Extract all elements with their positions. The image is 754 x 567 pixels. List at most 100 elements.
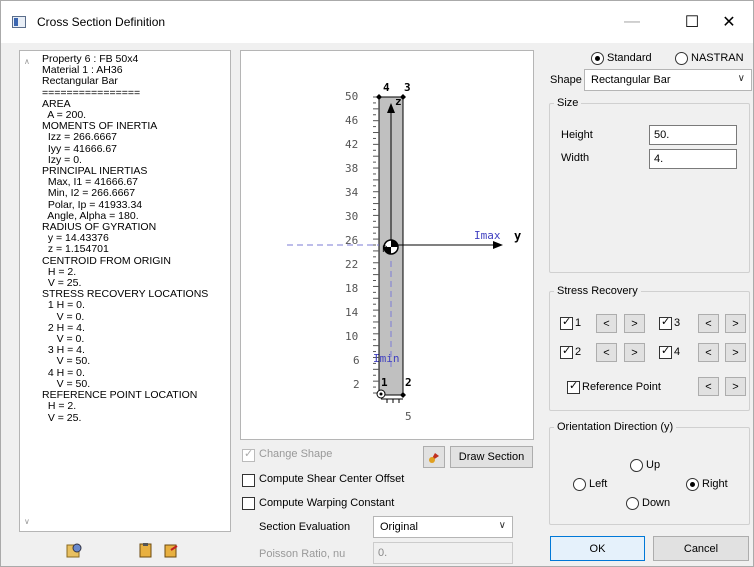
orientation-group: [549, 427, 750, 525]
properties-tool-icon[interactable]: [64, 540, 84, 560]
imin-label: Imin: [373, 352, 400, 365]
list-scrollbar[interactable]: ∧ ∨: [20, 51, 36, 531]
stress-point-2-label: 2: [575, 346, 582, 358]
tick-label: 6: [353, 354, 360, 367]
title-bar: Cross Section Definition — ☐ ✕: [1, 1, 753, 43]
section-evaluation-value: Original: [380, 521, 418, 533]
size-group-title: Size: [554, 97, 582, 109]
compute-shear-checkbox[interactable]: [242, 474, 255, 487]
stress-point-2-next-button[interactable]: >: [624, 343, 645, 362]
stress-point-1-label: 1: [575, 317, 582, 329]
stress-point-4-prev-button[interactable]: <: [698, 343, 719, 362]
cancel-button[interactable]: Cancel: [653, 536, 749, 561]
section-evaluation-select[interactable]: Original ∨: [373, 516, 513, 538]
stress-point-4-label: 4: [674, 346, 681, 358]
dialog-window: Cross Section Definition — ☐ ✕ ∧ ∨ Prope…: [0, 0, 754, 567]
tick-label: 50: [345, 90, 359, 103]
orient-left-label: Left: [589, 478, 608, 490]
tick-label: 18: [345, 282, 359, 295]
property-line: Min, I2 = 266.6667: [42, 187, 136, 200]
stress-point-3-prev-button[interactable]: <: [698, 314, 719, 333]
stress-point-2-prev-button[interactable]: <: [596, 343, 617, 362]
orient-down-radio[interactable]: [626, 497, 639, 510]
stress-point-1-checkbox[interactable]: [560, 315, 573, 330]
poisson-ratio-label: Poisson Ratio, nu: [259, 548, 346, 560]
reference-point-next-button[interactable]: >: [725, 377, 746, 396]
bottom-tick-label: 5: [405, 410, 412, 423]
draw-section-icon-button[interactable]: [423, 446, 445, 468]
stress-point-1-next-button[interactable]: >: [624, 314, 645, 333]
stress-point-4-next-button[interactable]: >: [725, 343, 746, 362]
tick-label: 30: [345, 210, 359, 223]
window-title: Cross Section Definition: [37, 15, 166, 29]
tick-label: 34: [345, 186, 359, 199]
reference-point-checkbox[interactable]: [567, 379, 580, 394]
tick-label: 42: [345, 138, 359, 151]
width-label: Width: [561, 152, 590, 164]
shape-label: Shape: [550, 74, 582, 86]
tick-label: 10: [345, 330, 359, 343]
chevron-down-icon: ∨: [737, 73, 745, 84]
reference-point-label: Reference Point: [582, 381, 661, 393]
section-plot: 4 3 z Imax y P Imin 1 2 5 50 46 42 38 34 30 26…: [240, 50, 534, 440]
orient-up-radio[interactable]: [630, 459, 643, 472]
reference-point-prev-button[interactable]: <: [698, 377, 719, 396]
scroll-down-icon[interactable]: ∨: [24, 517, 30, 526]
property-line: Izz = 266.6667: [42, 131, 118, 144]
tick-label: 22: [345, 258, 359, 271]
properties-list[interactable]: ∧ ∨ Property 6 : FB 50x4 Material 1 : AH3…: [19, 50, 231, 532]
stress-point-3-next-button[interactable]: >: [725, 314, 746, 333]
corner-label-4: 4: [383, 81, 390, 94]
property-line: V = 25.: [42, 411, 82, 424]
orientation-title: Orientation Direction (y): [554, 421, 677, 433]
height-label: Height: [561, 129, 593, 141]
imax-arrowhead: [493, 241, 503, 249]
tick-label: 2: [353, 378, 360, 391]
height-field[interactable]: 50.: [649, 125, 737, 145]
close-icon[interactable]: ✕: [706, 7, 752, 37]
properties-text: Property 6 : FB 50x4 Material 1 : AH36 Rec…: [42, 53, 208, 424]
clipboard-copy-icon[interactable]: [136, 540, 156, 560]
property-line: V = 50.: [42, 355, 91, 368]
section-evaluation-label: Section Evaluation: [259, 521, 351, 533]
height-value: 50.: [654, 129, 670, 141]
poisson-ratio-field[interactable]: 0.: [373, 542, 513, 564]
ok-button[interactable]: OK: [550, 536, 645, 561]
imax-label: Imax: [474, 229, 501, 242]
stress-point-1-prev-button[interactable]: <: [596, 314, 617, 333]
property-line: z = 1.154701: [42, 243, 109, 256]
orient-left-radio[interactable]: [573, 478, 586, 491]
tick-label: 38: [345, 162, 359, 175]
width-value: 4.: [654, 153, 664, 165]
stress-recovery-title: Stress Recovery: [554, 285, 641, 297]
orient-down-label: Down: [642, 497, 671, 509]
p-label: P: [382, 245, 388, 255]
compute-shear-label: Compute Shear Center Offset: [259, 473, 405, 485]
corner-label-2: 2: [405, 376, 412, 389]
width-field[interactable]: 4.: [649, 149, 737, 169]
tick-label: 14: [345, 306, 359, 319]
orient-right-label: Right: [702, 478, 728, 490]
nastran-radio[interactable]: [675, 52, 688, 65]
paint-brush-icon: [429, 453, 439, 463]
stress-point-3-checkbox[interactable]: [659, 315, 672, 330]
clipboard-export-icon[interactable]: [161, 540, 181, 560]
change-shape-checkbox[interactable]: [242, 447, 255, 462]
minimize-icon[interactable]: —: [609, 7, 655, 37]
tick-label: 26: [345, 234, 359, 247]
orient-right-radio[interactable]: [686, 478, 699, 491]
corner-label-3: 3: [404, 81, 411, 94]
poisson-ratio-value: 0.: [378, 547, 388, 559]
tick-label: 46: [345, 114, 359, 127]
shape-select[interactable]: Rectangular Bar ∨: [584, 69, 752, 91]
chevron-down-icon: ∨: [498, 520, 506, 531]
draw-section-button[interactable]: Draw Section: [450, 446, 533, 468]
nastran-label: NASTRAN: [691, 52, 744, 64]
shape-value: Rectangular Bar: [591, 74, 671, 86]
standard-radio[interactable]: [591, 52, 604, 65]
scroll-up-icon[interactable]: ∧: [24, 57, 30, 66]
property-line: Rectangular Bar: [42, 75, 118, 88]
stress-point-2-checkbox[interactable]: [560, 344, 573, 359]
compute-warping-checkbox[interactable]: [242, 497, 255, 510]
stress-point-4-checkbox[interactable]: [659, 344, 672, 359]
